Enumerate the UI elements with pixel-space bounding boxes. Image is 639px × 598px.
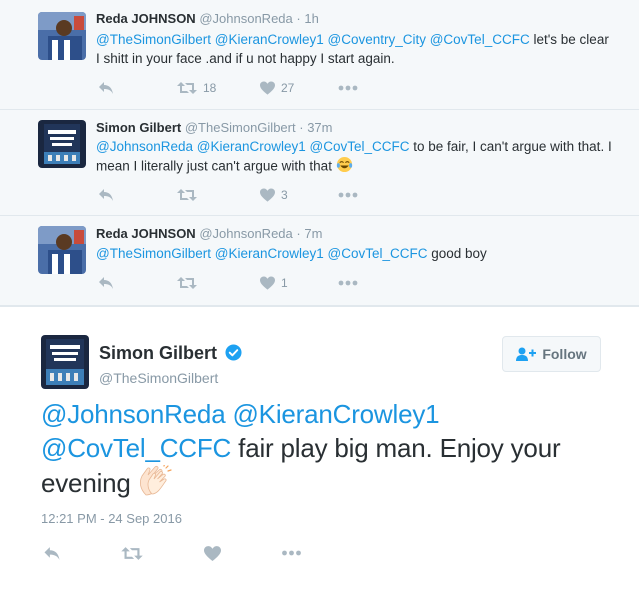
separator: · xyxy=(296,11,301,26)
tweet-actions: 1 xyxy=(96,273,396,293)
separator: · xyxy=(296,226,301,241)
tweet-text: @JohnsonReda @KieranCrowley1 @CovTel_CCF… xyxy=(41,397,611,505)
retweet-icon xyxy=(177,189,197,201)
more-button[interactable] xyxy=(338,185,358,205)
more-icon xyxy=(338,85,358,91)
author-block: Simon Gilbert @TheSimonGilbert xyxy=(99,343,242,386)
verified-badge-icon xyxy=(225,344,242,366)
permalink-tweet: Simon Gilbert @TheSimonGilbert Follow @J… xyxy=(0,306,639,598)
follow-user-icon xyxy=(516,347,537,361)
retweet-button[interactable] xyxy=(121,543,143,563)
mention[interactable]: @CovTel_CCFC xyxy=(41,433,231,463)
like-count: 27 xyxy=(281,81,295,95)
more-button[interactable] xyxy=(281,543,302,563)
tweet-timestamp[interactable]: 12:21 PM - 24 Sep 2016 xyxy=(41,511,182,526)
reply-button[interactable] xyxy=(98,185,114,205)
author-handle[interactable]: @TheSimonGilbert xyxy=(185,120,296,135)
author-handle[interactable]: @JohnsonReda xyxy=(199,226,292,241)
tweet-text: @TheSimonGilbert @KieranCrowley1 @CovTel… xyxy=(96,244,616,263)
more-button[interactable] xyxy=(338,78,358,98)
separator: · xyxy=(299,120,304,135)
follow-button[interactable]: Follow xyxy=(502,336,601,372)
reply-icon xyxy=(44,546,60,560)
more-icon xyxy=(282,550,301,556)
tweet-actions: 18 27 xyxy=(96,78,396,98)
avatar[interactable] xyxy=(38,120,86,168)
author-name[interactable]: Simon Gilbert xyxy=(99,343,217,363)
tweet-header: Reda JOHNSON @JohnsonReda · 7m xyxy=(96,226,322,241)
reply-button[interactable] xyxy=(98,78,114,98)
retweet-icon xyxy=(121,546,143,560)
reply-tweet-1[interactable]: Reda JOHNSON @JohnsonReda · 1h @TheSimon… xyxy=(0,0,639,110)
like-button[interactable] xyxy=(204,543,221,563)
reply-icon xyxy=(99,189,113,201)
follow-label: Follow xyxy=(542,346,587,362)
clapping-hands-emoji xyxy=(138,463,172,505)
heart-icon xyxy=(260,81,275,95)
retweet-icon xyxy=(177,277,197,289)
tweet-header: Simon Gilbert @TheSimonGilbert · 37m xyxy=(96,120,333,135)
tweet-text: @JohnsonReda @KieranCrowley1 @CovTel_CCF… xyxy=(96,137,616,178)
heart-icon xyxy=(260,188,275,202)
mention[interactable]: @KieranCrowley1 xyxy=(232,399,439,429)
mentions[interactable]: @TheSimonGilbert @KieranCrowley1 @CovTel… xyxy=(96,246,427,261)
reply-tweet-3[interactable]: Reda JOHNSON @JohnsonReda · 7m @TheSimon… xyxy=(0,216,639,306)
reply-tweet-2[interactable]: Simon Gilbert @TheSimonGilbert · 37m @Jo… xyxy=(0,110,639,216)
author-name[interactable]: Reda JOHNSON xyxy=(96,226,196,241)
tweet-actions: 3 xyxy=(96,185,396,205)
mentions[interactable]: @JohnsonReda @KieranCrowley1 @CovTel_CCF… xyxy=(96,139,410,154)
author-name[interactable]: Simon Gilbert xyxy=(96,120,181,135)
author-name[interactable]: Reda JOHNSON xyxy=(96,11,196,26)
tweet-time[interactable]: 1h xyxy=(304,11,318,26)
reply-button[interactable] xyxy=(43,543,61,563)
like-count: 1 xyxy=(281,276,288,290)
retweet-button[interactable]: 18 xyxy=(177,78,216,98)
tweet-header: Reda JOHNSON @JohnsonReda · 1h xyxy=(96,11,319,26)
avatar[interactable] xyxy=(38,226,86,274)
avatar[interactable] xyxy=(41,335,89,389)
more-button[interactable] xyxy=(338,273,358,293)
like-count: 3 xyxy=(281,188,288,202)
tweet-time[interactable]: 7m xyxy=(304,226,322,241)
retweet-button[interactable] xyxy=(177,273,203,293)
mention[interactable]: @JohnsonReda xyxy=(41,399,226,429)
more-icon xyxy=(338,280,358,286)
like-button[interactable]: 3 xyxy=(260,185,288,205)
retweet-icon xyxy=(177,82,197,94)
like-button[interactable]: 1 xyxy=(260,273,288,293)
tweet-text: @TheSimonGilbert @KieranCrowley1 @Covent… xyxy=(96,30,616,68)
tears-of-joy-emoji xyxy=(336,156,353,178)
mentions[interactable]: @TheSimonGilbert @KieranCrowley1 @Covent… xyxy=(96,32,530,47)
heart-icon xyxy=(204,545,221,561)
retweet-count: 18 xyxy=(203,81,217,95)
avatar[interactable] xyxy=(38,12,86,60)
reply-icon xyxy=(99,82,113,94)
retweet-button[interactable] xyxy=(177,185,203,205)
author-handle[interactable]: @JohnsonReda xyxy=(199,11,292,26)
heart-icon xyxy=(260,276,275,290)
reply-button[interactable] xyxy=(98,273,114,293)
like-button[interactable]: 27 xyxy=(260,78,294,98)
tweet-body: good boy xyxy=(427,246,487,261)
reply-icon xyxy=(99,277,113,289)
tweet-time[interactable]: 37m xyxy=(307,120,332,135)
tweet-actions xyxy=(41,543,341,563)
author-handle[interactable]: @TheSimonGilbert xyxy=(99,370,242,386)
more-icon xyxy=(338,192,358,198)
